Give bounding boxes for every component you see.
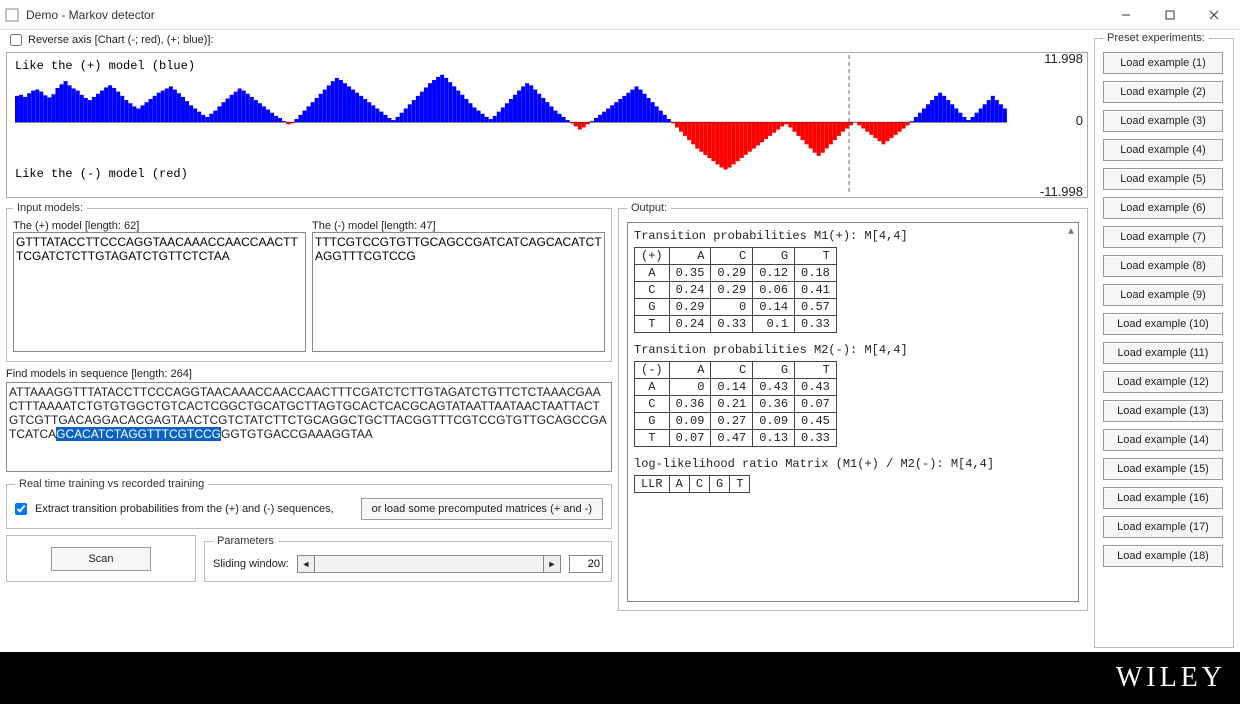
scroll-up-icon[interactable]: ▲ [1068,227,1074,238]
footer: WILEY [0,652,1240,704]
chart: 11.998 0 -11.998 Like the (+) model (blu… [6,52,1088,198]
preset-button-14[interactable]: Load example (14) [1103,429,1223,451]
input-models-group: Input models: The (+) model [length: 62]… [6,202,612,362]
brand-logo: WILEY [1116,662,1226,694]
preset-button-10[interactable]: Load example (10) [1103,313,1223,335]
chart-yzero: 0 [1076,113,1083,128]
reverse-axis-label: Reverse axis [Chart (-; red), (+; blue)]… [28,34,214,46]
close-button[interactable] [1192,1,1236,29]
sliding-window-label: Sliding window: [213,558,289,570]
output-group: Output: ▲ Transition probabilities M1(+)… [618,202,1088,611]
plus-model-label: The (+) model [length: 62] [13,220,306,232]
preset-button-12[interactable]: Load example (12) [1103,371,1223,393]
preset-button-4[interactable]: Load example (4) [1103,139,1223,161]
preset-button-18[interactable]: Load example (18) [1103,545,1223,567]
extract-probabilities-checkbox[interactable] [15,503,27,515]
window-title: Demo - Markov detector [26,8,1104,22]
minus-model-input[interactable] [312,232,605,352]
chart-ymin: -11.998 [1040,184,1083,199]
presets-group: Preset experiments: Load example (1) Load… [1094,32,1234,648]
preset-button-16[interactable]: Load example (16) [1103,487,1223,509]
parameters-group: Parameters Sliding window: ◄ ► [204,535,612,582]
input-models-legend: Input models: [13,202,87,214]
load-matrices-button[interactable]: or load some precomputed matrices (+ and… [361,498,603,520]
extract-probabilities-label: Extract transition probabilities from th… [35,503,334,515]
chart-plot [15,55,1007,195]
chart-ymax: 11.998 [1044,51,1083,66]
preset-button-15[interactable]: Load example (15) [1103,458,1223,480]
maximize-button[interactable] [1148,1,1192,29]
minus-model-label: The (-) model [length: 47] [312,220,605,232]
preset-button-3[interactable]: Load example (3) [1103,110,1223,132]
slider-track[interactable] [315,555,543,573]
sliding-window-value[interactable] [569,555,603,573]
output-legend: Output: [627,202,671,214]
app-icon [4,7,20,23]
slider-right-button[interactable]: ► [543,555,561,573]
preset-button-17[interactable]: Load example (17) [1103,516,1223,538]
reverse-axis-checkbox[interactable] [10,34,22,46]
training-legend: Real time training vs recorded training [15,478,208,490]
training-group: Real time training vs recorded training … [6,478,612,529]
plus-model-input[interactable] [13,232,306,352]
find-models-sequence[interactable]: ATTAAAGGTTTATACCTTCCCAGGTAACAAACCAACCAAC… [6,382,612,472]
preset-button-2[interactable]: Load example (2) [1103,81,1223,103]
preset-button-11[interactable]: Load example (11) [1103,342,1223,364]
preset-button-9[interactable]: Load example (9) [1103,284,1223,306]
scan-button[interactable]: Scan [51,547,151,571]
presets-legend: Preset experiments: [1103,32,1209,44]
preset-button-1[interactable]: Load example (1) [1103,52,1223,74]
minimize-button[interactable] [1104,1,1148,29]
output-panel[interactable]: ▲ Transition probabilities M1(+): M[4,4]… [627,222,1079,602]
preset-button-8[interactable]: Load example (8) [1103,255,1223,277]
slider-left-button[interactable]: ◄ [297,555,315,573]
preset-button-7[interactable]: Load example (7) [1103,226,1223,248]
preset-button-6[interactable]: Load example (6) [1103,197,1223,219]
preset-button-5[interactable]: Load example (5) [1103,168,1223,190]
window-titlebar: Demo - Markov detector [0,0,1240,30]
find-models-label: Find models in sequence [length: 264] [6,368,612,380]
parameters-legend: Parameters [213,535,278,547]
preset-button-13[interactable]: Load example (13) [1103,400,1223,422]
